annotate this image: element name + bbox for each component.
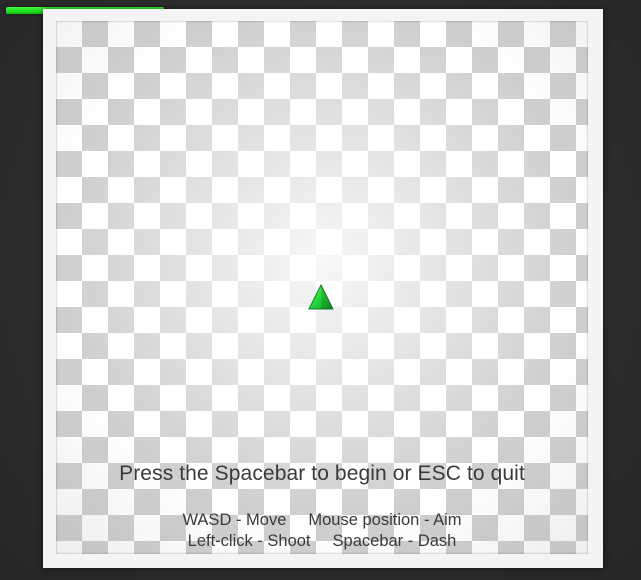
arena-floor[interactable]: Press the Spacebar to begin or ESC to qu…: [56, 21, 588, 554]
controls-line-1: WASD - Move Mouse position - Aim: [56, 510, 588, 531]
control-move: WASD - Move: [182, 511, 287, 529]
start-prompt: Press the Spacebar to begin or ESC to qu…: [119, 462, 525, 485]
control-shoot: Left-click - Shoot: [187, 532, 311, 550]
arena-frame: Press the Spacebar to begin or ESC to qu…: [43, 9, 603, 568]
game-screen[interactable]: Press the Spacebar to begin or ESC to qu…: [0, 0, 641, 580]
control-dash: Spacebar - Dash: [332, 532, 457, 550]
player-ship-icon: [308, 283, 334, 310]
control-aim: Mouse position - Aim: [308, 511, 462, 529]
controls-line-2: Left-click - Shoot Spacebar - Dash: [56, 531, 588, 552]
controls-help: WASD - Move Mouse position - Aim Left-cli…: [56, 510, 588, 552]
